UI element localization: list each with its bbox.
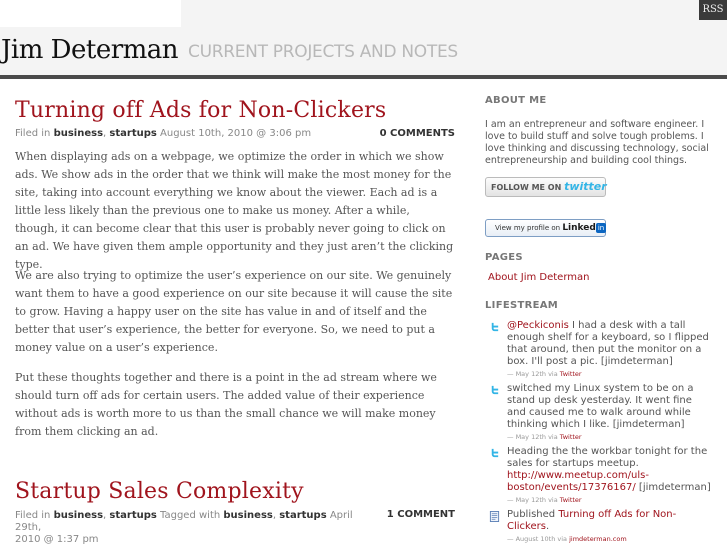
about-heading: ABOUT ME (485, 95, 547, 106)
filed-in-label: Filed in (15, 510, 51, 521)
lifestream-text: Published Turning off Ads for Non-Clicke… (507, 509, 713, 533)
lifestream-source-link[interactable]: Twitter (560, 370, 582, 378)
about-text: I am an entrepreneur and software engine… (485, 119, 709, 166)
top-bar: RSS (0, 0, 727, 27)
published-label: Published (507, 509, 559, 520)
comments-link[interactable]: 0 COMMENTS (380, 128, 455, 139)
post-meta: Filed in business, startups August 10th,… (15, 128, 375, 140)
lifestream-meta: — May 12th via Twitter (507, 433, 582, 441)
post-paragraph: Put these thoughts together and there is… (15, 371, 437, 438)
tweet-url-link[interactable]: http://www.meetup.com/uls-boston/events/… (507, 470, 649, 493)
category-link-startups[interactable]: startups (109, 510, 156, 521)
separator: , (103, 128, 107, 139)
lifestream-meta: — May 12th via Twitter (507, 370, 582, 378)
site-header: Jim Determan CURRENT PROJECTS AND NOTES (0, 27, 727, 76)
lifestream-source-link[interactable]: Twitter (560, 496, 582, 504)
post-date: August 10th, 2010 @ 3:06 pm (160, 128, 312, 139)
twitter-icon (491, 322, 499, 332)
tweet-text-after: [jimdeterman] (635, 482, 711, 493)
post-paragraph: When displaying ads on a webpage, we opt… (15, 150, 454, 271)
tagged-with-label: Tagged with (160, 510, 221, 521)
post-meta: Filed in business, startups Tagged with … (15, 510, 375, 545)
lifestream-heading: LIFESTREAM (485, 300, 558, 311)
page-link-about[interactable]: About Jim Determan (488, 272, 589, 283)
tag-link-business[interactable]: business (223, 510, 272, 521)
twitter-icon (491, 385, 499, 395)
lifestream-date: — August 10th via (507, 535, 568, 543)
header-divider (0, 75, 727, 79)
tweet-text: Heading the the workbar tonight for the … (507, 446, 708, 469)
lifestream-source-link[interactable]: Twitter (560, 433, 582, 441)
tag-link-startups[interactable]: startups (279, 510, 326, 521)
follow-label: FOLLOW ME ON (491, 183, 562, 192)
pages-heading: PAGES (485, 252, 523, 263)
lifestream-source-link[interactable]: jimdeterman.com (569, 535, 627, 543)
linkedin-label: View my profile on (495, 224, 561, 232)
post-paragraph: We are also trying to optimize the user’… (15, 269, 453, 354)
site-tagline: CURRENT PROJECTS AND NOTES (188, 42, 458, 62)
blog-post-icon (489, 511, 500, 522)
lifestream-text: switched my Linux system to be on a stan… (507, 383, 694, 430)
lifestream-text: @Peckiconis I had a desk with a tall eno… (507, 320, 713, 368)
published-suffix: . (545, 521, 550, 532)
category-link-startups[interactable]: startups (109, 128, 156, 139)
separator: , (272, 510, 277, 521)
lifestream-meta: — August 10th via jimdeterman.com (507, 535, 627, 543)
linkedin-logo-icon: Linked (562, 223, 596, 233)
rss-link[interactable]: RSS (699, 0, 727, 20)
linkedin-profile-button[interactable]: View my profile on Linked in (485, 219, 607, 237)
separator: , (103, 510, 107, 521)
category-link-business[interactable]: business (54, 128, 103, 139)
twitter-logo-icon: twitter (564, 180, 607, 193)
lifestream-date: — May 12th via (507, 496, 558, 504)
top-bar-blank-area (0, 0, 181, 27)
category-link-business[interactable]: business (54, 510, 103, 521)
mention-link[interactable]: @Peckiconis (507, 320, 569, 331)
post-date-continued: 2010 @ 1:37 pm (15, 534, 99, 545)
follow-twitter-button[interactable]: FOLLOW ME ON twitter (485, 177, 607, 197)
post-title[interactable]: Startup Sales Complexity (15, 479, 304, 504)
linkedin-in-icon: in (595, 223, 607, 233)
comments-link[interactable]: 1 COMMENT (387, 509, 455, 520)
lifestream-date: — May 12th via (507, 370, 558, 378)
filed-in-label: Filed in (15, 128, 51, 139)
lifestream-date: — May 12th via (507, 433, 558, 441)
lifestream-text: Heading the the workbar tonight for the … (507, 446, 713, 494)
twitter-icon (491, 448, 499, 458)
site-title[interactable]: Jim Determan (1, 35, 179, 65)
post-title[interactable]: Turning off Ads for Non-Clickers (15, 98, 386, 123)
lifestream-meta: — May 12th via Twitter (507, 496, 582, 504)
